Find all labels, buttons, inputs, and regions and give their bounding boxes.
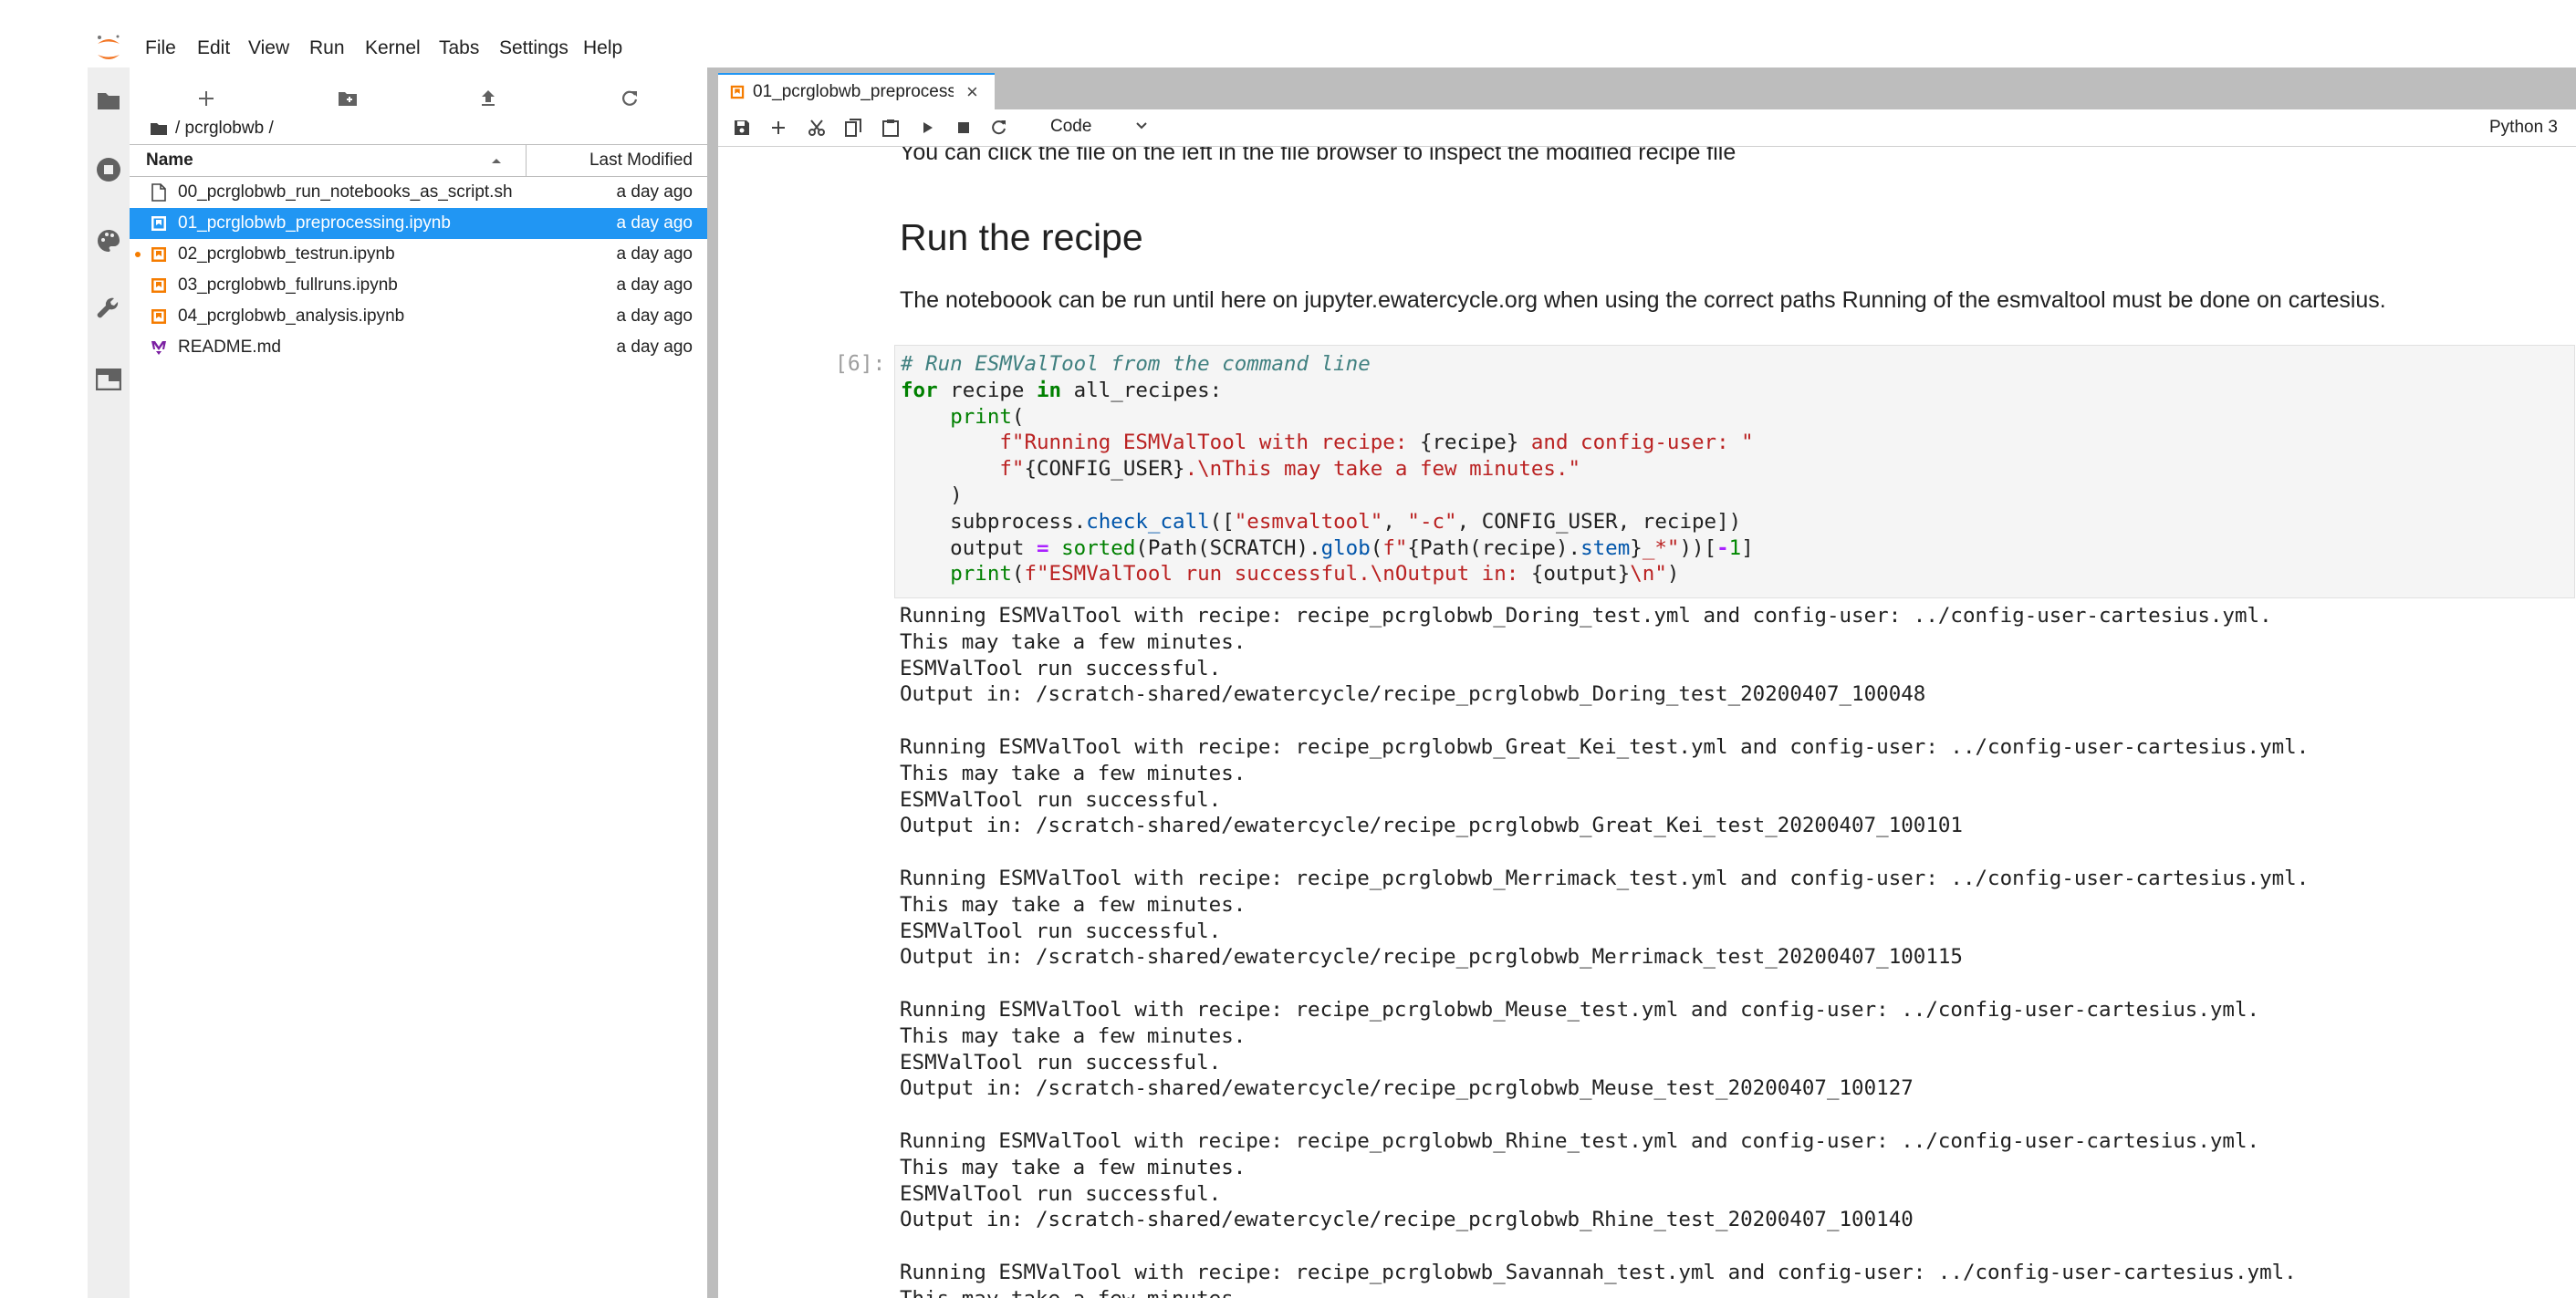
file-row[interactable]: 03_pcrglobwb_fullruns.ipynb a day ago — [130, 270, 707, 301]
menu-help[interactable]: Help — [583, 36, 622, 60]
refresh-icon[interactable] — [611, 80, 648, 117]
notebook-icon — [151, 309, 166, 324]
stop-icon[interactable] — [951, 116, 976, 140]
chevron-down-icon[interactable] — [1134, 118, 1149, 132]
markdown-text: You can click the file on the left in th… — [900, 147, 1736, 165]
notebook-icon — [151, 216, 166, 231]
tab-notebook[interactable]: 01_pcrglobwb_preprocessir × — [718, 73, 995, 111]
code-line: ) — [901, 483, 963, 507]
menu-view[interactable]: View — [248, 36, 289, 60]
sort-ascending-icon — [492, 159, 501, 163]
tabs-icon[interactable] — [94, 365, 123, 394]
markdown-icon — [151, 341, 166, 355]
menu-file[interactable]: File — [145, 36, 176, 60]
menu-run[interactable]: Run — [309, 36, 345, 60]
code-line: # Run ESMValTool from the command line — [901, 352, 1371, 376]
new-launcher-button[interactable] — [188, 80, 224, 117]
code-line: f"{CONFIG_USER}.\nThis may take a few mi… — [999, 457, 1581, 482]
close-icon[interactable]: × — [966, 80, 978, 104]
markdown-text: The noteboook can be run until here on j… — [900, 287, 2386, 313]
file-modified: a day ago — [616, 182, 693, 202]
kernel-name[interactable]: Python 3 — [2489, 118, 2558, 138]
cell-prompt: [6]: — [835, 352, 886, 376]
code-cell-editor[interactable]: # Run ESMValTool from the command line f… — [894, 345, 2575, 598]
file-row[interactable]: 02_pcrglobwb_testrun.ipynb a day ago — [130, 239, 707, 270]
file-name: 02_pcrglobwb_testrun.ipynb — [178, 244, 395, 264]
tab-label: 01_pcrglobwb_preprocessir — [753, 82, 954, 101]
code-line: for recipe in all_recipes: — [901, 378, 1223, 402]
menu-settings[interactable]: Settings — [499, 36, 568, 60]
new-folder-button[interactable] — [329, 80, 366, 117]
breadcrumb: / pcrglobwb / — [150, 119, 274, 139]
tab-bar: 01_pcrglobwb_preprocessir × — [718, 67, 2576, 111]
paste-icon[interactable] — [878, 116, 903, 140]
left-activity-bar — [0, 67, 130, 1298]
file-row[interactable]: README.md a day ago — [130, 332, 707, 363]
file-name: 03_pcrglobwb_fullruns.ipynb — [178, 275, 398, 295]
run-icon[interactable] — [915, 116, 941, 140]
column-header-last-modified[interactable]: Last Modified — [589, 151, 693, 171]
file-modified: a day ago — [616, 244, 693, 264]
file-modified: a day ago — [616, 306, 693, 326]
file-row[interactable]: 00_pcrglobwb_run_notebooks_as_script.sh … — [130, 177, 707, 208]
restart-icon[interactable] — [986, 116, 1012, 140]
file-list-header: Name Last Modified — [130, 144, 707, 177]
notebook-toolbar: Code Python 3 — [718, 109, 2576, 147]
column-divider[interactable] — [526, 145, 527, 176]
palette-icon[interactable] — [94, 226, 123, 255]
upload-icon[interactable] — [470, 80, 506, 117]
file-name: 00_pcrglobwb_run_notebooks_as_script.sh — [178, 182, 513, 202]
code-block[interactable]: # Run ESMValTool from the command line f… — [901, 351, 1754, 587]
markdown-heading: Run the recipe — [900, 216, 1143, 258]
breadcrumb-folder-icon[interactable] — [150, 121, 168, 136]
add-cell-icon[interactable] — [766, 116, 791, 140]
cell-output: Running ESMValTool with recipe: recipe_p… — [900, 604, 2310, 1298]
notebook-icon — [730, 85, 745, 99]
file-row-selected[interactable]: 01_pcrglobwb_preprocessing.ipynb a day a… — [130, 208, 707, 239]
file-name: 01_pcrglobwb_preprocessing.ipynb — [178, 213, 451, 233]
wrench-icon[interactable] — [94, 296, 123, 325]
menu-edit[interactable]: Edit — [197, 36, 230, 60]
code-line: subprocess.check_call(["esmvaltool", "-c… — [901, 509, 1742, 534]
code-line: print( — [950, 404, 1025, 429]
file-modified: a day ago — [616, 213, 693, 233]
file-name: README.md — [178, 337, 281, 357]
file-row[interactable]: 04_pcrglobwb_analysis.ipynb a day ago — [130, 301, 707, 332]
code-line: print(f"ESMValTool run successful.\nOutp… — [950, 562, 1680, 587]
cut-icon[interactable] — [804, 116, 829, 140]
panel-splitter[interactable] — [707, 67, 718, 1298]
cell-type-select[interactable]: Code — [1050, 117, 1091, 137]
menu-tabs[interactable]: Tabs — [439, 36, 479, 60]
code-line: f"Running ESMValTool with recipe: {recip… — [999, 431, 1754, 455]
menu-bar: File Edit View Run Kernel Tabs Settings … — [0, 0, 2576, 67]
running-kernels-icon[interactable] — [94, 155, 123, 184]
breadcrumb-path[interactable]: / pcrglobwb / — [175, 119, 274, 139]
column-header-name[interactable]: Name — [146, 151, 193, 171]
file-modified: a day ago — [616, 337, 693, 357]
running-indicator-icon — [135, 252, 141, 257]
copy-icon[interactable] — [840, 116, 866, 140]
notebook-icon — [151, 278, 166, 293]
save-icon[interactable] — [729, 116, 755, 140]
notebook-icon — [151, 247, 166, 262]
file-name: 04_pcrglobwb_analysis.ipynb — [178, 306, 405, 326]
file-browser: / pcrglobwb / Name Last Modified 00_pcrg… — [130, 67, 707, 1298]
file-modified: a day ago — [616, 275, 693, 295]
code-line: output = sorted(Path(SCRATCH).glob(f"{Pa… — [901, 535, 1754, 560]
notebook-panel[interactable]: You can click the file on the left in th… — [718, 147, 2576, 1298]
file-icon — [151, 183, 166, 202]
jupyter-logo-icon — [98, 35, 120, 59]
menu-kernel[interactable]: Kernel — [365, 36, 421, 60]
folder-icon[interactable] — [94, 86, 123, 115]
